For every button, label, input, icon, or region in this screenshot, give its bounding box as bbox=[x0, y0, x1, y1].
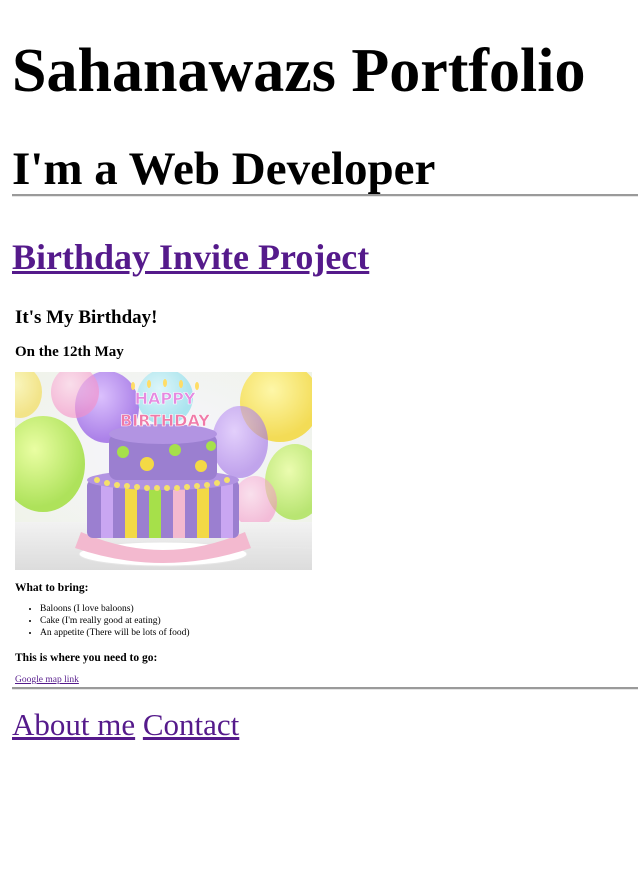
what-to-bring-heading: What to bring: bbox=[15, 582, 89, 594]
birthday-invite-preview: It's My Birthday! On the 12th May HAPPY … bbox=[15, 307, 325, 687]
birthday-invite-project-link[interactable]: Birthday Invite Project bbox=[12, 237, 369, 277]
site-subtitle: I'm a Web Developer bbox=[12, 143, 436, 195]
list-item: Cake (I'm really good at eating) bbox=[40, 615, 325, 627]
contact-link[interactable]: Contact bbox=[143, 707, 239, 742]
google-map-link[interactable]: Google map link bbox=[15, 674, 79, 686]
cake-text-line1: HAPPY bbox=[135, 389, 196, 408]
site-title: Sahanawazs Portfolio bbox=[12, 37, 586, 105]
about-me-link[interactable]: About me bbox=[12, 707, 135, 742]
project-heading: Birthday Invite Project bbox=[12, 197, 638, 277]
location-heading: This is where you need to go: bbox=[15, 652, 158, 664]
list-item: An appetite (There will be lots of food) bbox=[40, 627, 325, 639]
cake-text-line2: BIRTHDAY bbox=[120, 411, 210, 430]
birthday-cake-image: HAPPY BIRTHDAY bbox=[15, 372, 312, 570]
page: Sahanawazs Portfolio I'm a Web Developer… bbox=[0, 0, 638, 743]
footer-nav: About me Contact bbox=[12, 707, 638, 743]
invite-heading: It's My Birthday! bbox=[15, 307, 158, 328]
bottom-divider bbox=[12, 687, 638, 690]
list-item: Baloons (I love baloons) bbox=[40, 603, 325, 615]
bring-list: Baloons (I love baloons) Cake (I'm reall… bbox=[15, 603, 325, 639]
invite-date: On the 12th May bbox=[15, 344, 124, 360]
